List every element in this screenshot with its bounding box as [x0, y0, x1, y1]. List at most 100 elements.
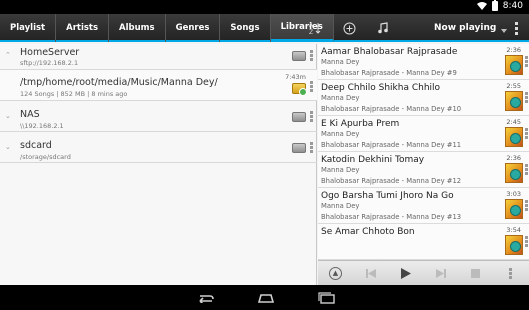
dropdown-triangle-icon	[501, 29, 508, 33]
player-menu-icon	[509, 267, 512, 279]
library-item-folder[interactable]: 7:43m /tmp/home/root/media/Music/Manna D…	[0, 70, 317, 101]
song-album: Bhalobasar Rajprasade - Manna Dey #10	[321, 105, 462, 113]
play-button[interactable]	[388, 261, 423, 286]
up-arrow-icon: ▲	[329, 266, 342, 280]
libraries-pane: ⌃ HomeServer sftp://192.168.2.1 7:43m /t…	[0, 44, 317, 285]
nas-icon	[292, 112, 306, 122]
drive-icon	[292, 143, 306, 153]
song-duration: 2:36	[506, 154, 521, 162]
tab-playlist[interactable]: Playlist	[0, 14, 57, 42]
tab-genres[interactable]: Genres	[166, 14, 221, 42]
song-row[interactable]: Deep Chhilo Shikha Chhilo Manna Dey Bhal…	[318, 80, 529, 116]
library-item-homeserver[interactable]: ⌃ HomeServer sftp://192.168.2.1	[0, 44, 317, 70]
song-row[interactable]: Katodin Dekhini Tomay Manna Dey Bhalobas…	[318, 152, 529, 188]
recent-apps-icon	[317, 291, 335, 304]
expand-chevron-icon[interactable]: ⌄	[5, 143, 11, 151]
overflow-menu-icon[interactable]	[515, 22, 518, 35]
album-art-thumbnail	[505, 127, 523, 147]
library-item-nas[interactable]: ⌄ NAS \\192.168.2.1	[0, 101, 317, 132]
song-title: Se Amar Chhoto Bon	[321, 227, 415, 237]
tab-strip: Playlist Artists Albums Genres Songs Lib…	[0, 14, 334, 42]
svg-text:Z: Z	[309, 29, 313, 35]
item-menu-icon[interactable]	[310, 81, 313, 92]
tab-songs[interactable]: Songs	[220, 14, 271, 42]
song-row[interactable]: Aamar Bhalobasar Rajprasade Manna Dey Bh…	[318, 44, 529, 80]
song-title: Aamar Bhalobasar Rajprasade	[321, 47, 458, 57]
album-art-thumbnail	[505, 199, 523, 219]
svg-text:A: A	[309, 22, 314, 29]
server-icon	[292, 51, 306, 61]
song-album: Bhalobasar Rajprasade - Manna Dey #12	[321, 177, 462, 185]
album-art-thumbnail	[505, 235, 523, 255]
tab-artists[interactable]: Artists	[56, 14, 110, 42]
expand-chevron-icon[interactable]: ⌄	[5, 112, 11, 120]
app-window: { "status": {"time": "8:40"}, "tabs": [ …	[0, 0, 529, 310]
song-menu-icon[interactable]	[525, 92, 528, 103]
song-row[interactable]: Se Amar Chhoto Bon 3:54	[318, 224, 529, 260]
toolbar-actions: AZ	[298, 14, 400, 42]
previous-track-button[interactable]	[353, 261, 388, 286]
song-title: Ogo Barsha Tumi Jhoro Na Go	[321, 191, 454, 201]
sort-az-icon[interactable]: AZ	[298, 14, 332, 42]
song-row[interactable]: E Ki Apurba Prem Manna Dey Bhalobasar Ra…	[318, 116, 529, 152]
tab-albums[interactable]: Albums	[109, 14, 166, 42]
song-duration: 2:45	[506, 118, 521, 126]
player-controls: ▲	[318, 260, 529, 285]
stop-icon	[471, 268, 480, 278]
library-name: NAS	[20, 109, 40, 120]
song-menu-icon[interactable]	[525, 164, 528, 175]
system-nav-bar	[0, 285, 529, 310]
library-item-sdcard[interactable]: ⌄ sdcard /storage/sdcard	[0, 132, 317, 163]
library-path: \\192.168.2.1	[20, 122, 64, 130]
library-path: 124 Songs | 852 MB | 8 mins ago	[20, 90, 128, 98]
song-artist: Manna Dey	[321, 130, 360, 138]
song-row[interactable]: Ogo Barsha Tumi Jhoro Na Go Manna Dey Bh…	[318, 188, 529, 224]
song-title: E Ki Apurba Prem	[321, 119, 400, 129]
song-album: Bhalobasar Rajprasade - Manna Dey #9	[321, 69, 457, 77]
now-playing-label: Now playing	[434, 23, 497, 33]
stop-button[interactable]	[458, 261, 493, 286]
song-menu-icon[interactable]	[525, 56, 528, 67]
music-note-icon[interactable]	[366, 14, 400, 42]
play-icon	[400, 267, 411, 279]
library-path: /storage/sdcard	[20, 153, 71, 161]
home-icon	[257, 293, 274, 303]
song-duration: 2:36	[506, 46, 521, 54]
player-menu-button[interactable]	[493, 261, 528, 286]
library-name: HomeServer	[20, 47, 80, 58]
song-duration: 2:55	[506, 82, 521, 90]
battery-icon	[491, 0, 498, 11]
song-menu-icon[interactable]	[525, 236, 528, 247]
item-menu-icon[interactable]	[310, 50, 313, 61]
album-art-thumbnail	[505, 55, 523, 75]
status-time: 8:40	[502, 1, 523, 11]
recents-nav-button[interactable]	[317, 291, 336, 304]
back-nav-button[interactable]	[194, 293, 214, 303]
library-name: /tmp/home/root/media/Music/Manna Dey/	[20, 77, 218, 88]
expand-player-button[interactable]: ▲	[318, 261, 353, 286]
song-title: Katodin Dekhini Tomay	[321, 155, 425, 165]
library-time: 7:43m	[285, 73, 306, 81]
item-menu-icon[interactable]	[310, 111, 313, 122]
back-arrow-icon	[198, 294, 214, 303]
add-icon[interactable]	[332, 14, 366, 42]
library-path: sftp://192.168.2.1	[20, 59, 79, 67]
next-track-button[interactable]	[423, 261, 458, 286]
song-artist: Manna Dey	[321, 94, 360, 102]
folder-icon	[292, 83, 307, 96]
top-toolbar: Playlist Artists Albums Genres Songs Lib…	[0, 14, 529, 42]
home-nav-button[interactable]	[256, 293, 276, 303]
library-name: sdcard	[20, 140, 52, 151]
song-menu-icon[interactable]	[525, 200, 528, 211]
now-playing-dropdown[interactable]: Now playing	[434, 14, 508, 42]
song-artist: Manna Dey	[321, 202, 360, 210]
collapse-chevron-icon[interactable]: ⌃	[5, 51, 11, 59]
album-art-thumbnail	[505, 163, 523, 183]
song-menu-icon[interactable]	[525, 128, 528, 139]
item-menu-icon[interactable]	[310, 142, 313, 153]
song-list: Aamar Bhalobasar Rajprasade Manna Dey Bh…	[318, 44, 529, 285]
song-duration: 3:54	[506, 226, 521, 234]
song-album: Bhalobasar Rajprasade - Manna Dey #13	[321, 213, 462, 221]
skip-next-icon	[435, 268, 446, 278]
song-title: Deep Chhilo Shikha Chhilo	[321, 83, 441, 93]
